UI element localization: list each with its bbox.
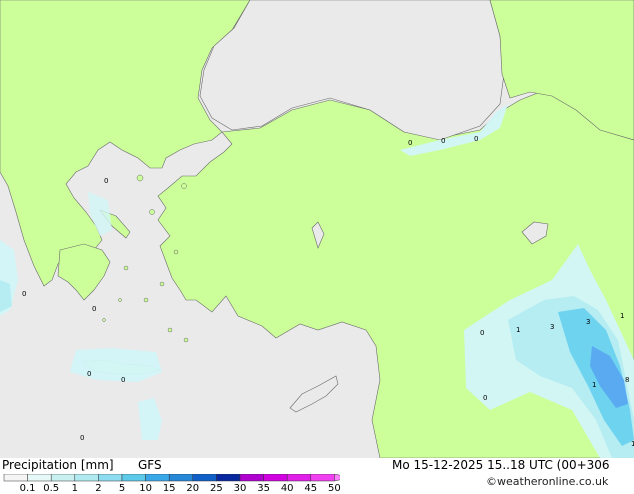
color-scale-tick-label: 10 [139, 483, 152, 494]
point-value-bs1: 0 [408, 139, 412, 147]
color-scale-tick-label: 2 [95, 483, 102, 494]
color-scale-swatch [121, 474, 146, 482]
color-scale-swatch [74, 474, 99, 482]
run-info: Mo 15-12-2025 15..18 UTC (00+306 [392, 458, 610, 472]
point-value-ir3: 3 [550, 323, 554, 331]
color-scale-arrow [334, 474, 340, 482]
precipitation-forecast-map-view: 0 0 0 0 0 0 0 0 0 0 1 3 3 1 1 8 0 1 Prec… [0, 0, 634, 494]
color-scale-swatch [310, 474, 335, 482]
credit-link[interactable]: ©weatheronline.co.uk [486, 475, 608, 488]
color-scale-swatch [27, 474, 52, 482]
color-scale-tick-label: 40 [280, 483, 294, 494]
color-scale-tick-label: 50 [328, 483, 341, 494]
color-scale-swatch [239, 474, 264, 482]
color-scale-tick-label: 5 [118, 483, 126, 494]
color-scale-tick-label: 1 [71, 483, 78, 494]
model-name: GFS [138, 458, 162, 472]
color-scale-swatch [50, 474, 76, 482]
color-scale-swatch [263, 474, 288, 482]
color-scale-tick-label: 0.5 [43, 483, 60, 494]
point-value-bs3: 0 [474, 135, 478, 143]
point-value-ir2: 1 [516, 326, 520, 334]
color-scale-tick-label: 30 [233, 483, 247, 494]
color-scale-tick-label: 15 [162, 483, 176, 494]
point-value-ae1: 0 [104, 177, 108, 185]
point-value-sy1: 0 [483, 394, 487, 402]
point-value-ir6: 1 [592, 381, 596, 389]
color-scale-swatch [168, 474, 194, 482]
point-value-ir7: 8 [625, 376, 629, 384]
legend-title: Precipitation [mm] [2, 458, 114, 472]
color-scale-swatch [98, 474, 123, 482]
color-scale-swatch [3, 474, 28, 482]
color-scale-swatch [286, 474, 312, 482]
color-scale-tick-label: 25 [210, 483, 223, 494]
point-value-ir5: 1 [620, 312, 624, 320]
point-value-ir4: 3 [586, 318, 590, 326]
point-value-cr2: 0 [121, 376, 125, 384]
color-scale-tick-label: 35 [257, 483, 270, 494]
precipitation-map[interactable]: 0 0 0 0 0 0 0 0 0 0 1 3 3 1 1 8 0 1 [0, 0, 634, 458]
color-scale-swatch [192, 474, 217, 482]
color-scale-tick-label: 20 [186, 483, 200, 494]
point-value-cr1: 0 [87, 370, 91, 378]
color-scale-tick-label: 45 [304, 483, 318, 494]
color-scale-swatch [145, 474, 170, 482]
color-scale-swatch [216, 474, 241, 482]
point-value-bs2: 0 [441, 137, 445, 145]
point-value-io1: 0 [22, 290, 26, 298]
point-value-ir1: 0 [480, 329, 484, 337]
color-scale-tick-label: 0.1 [19, 483, 36, 494]
point-value-med1: 0 [80, 434, 84, 442]
color-scale [3, 474, 340, 482]
point-value-ae2: 0 [92, 305, 96, 313]
